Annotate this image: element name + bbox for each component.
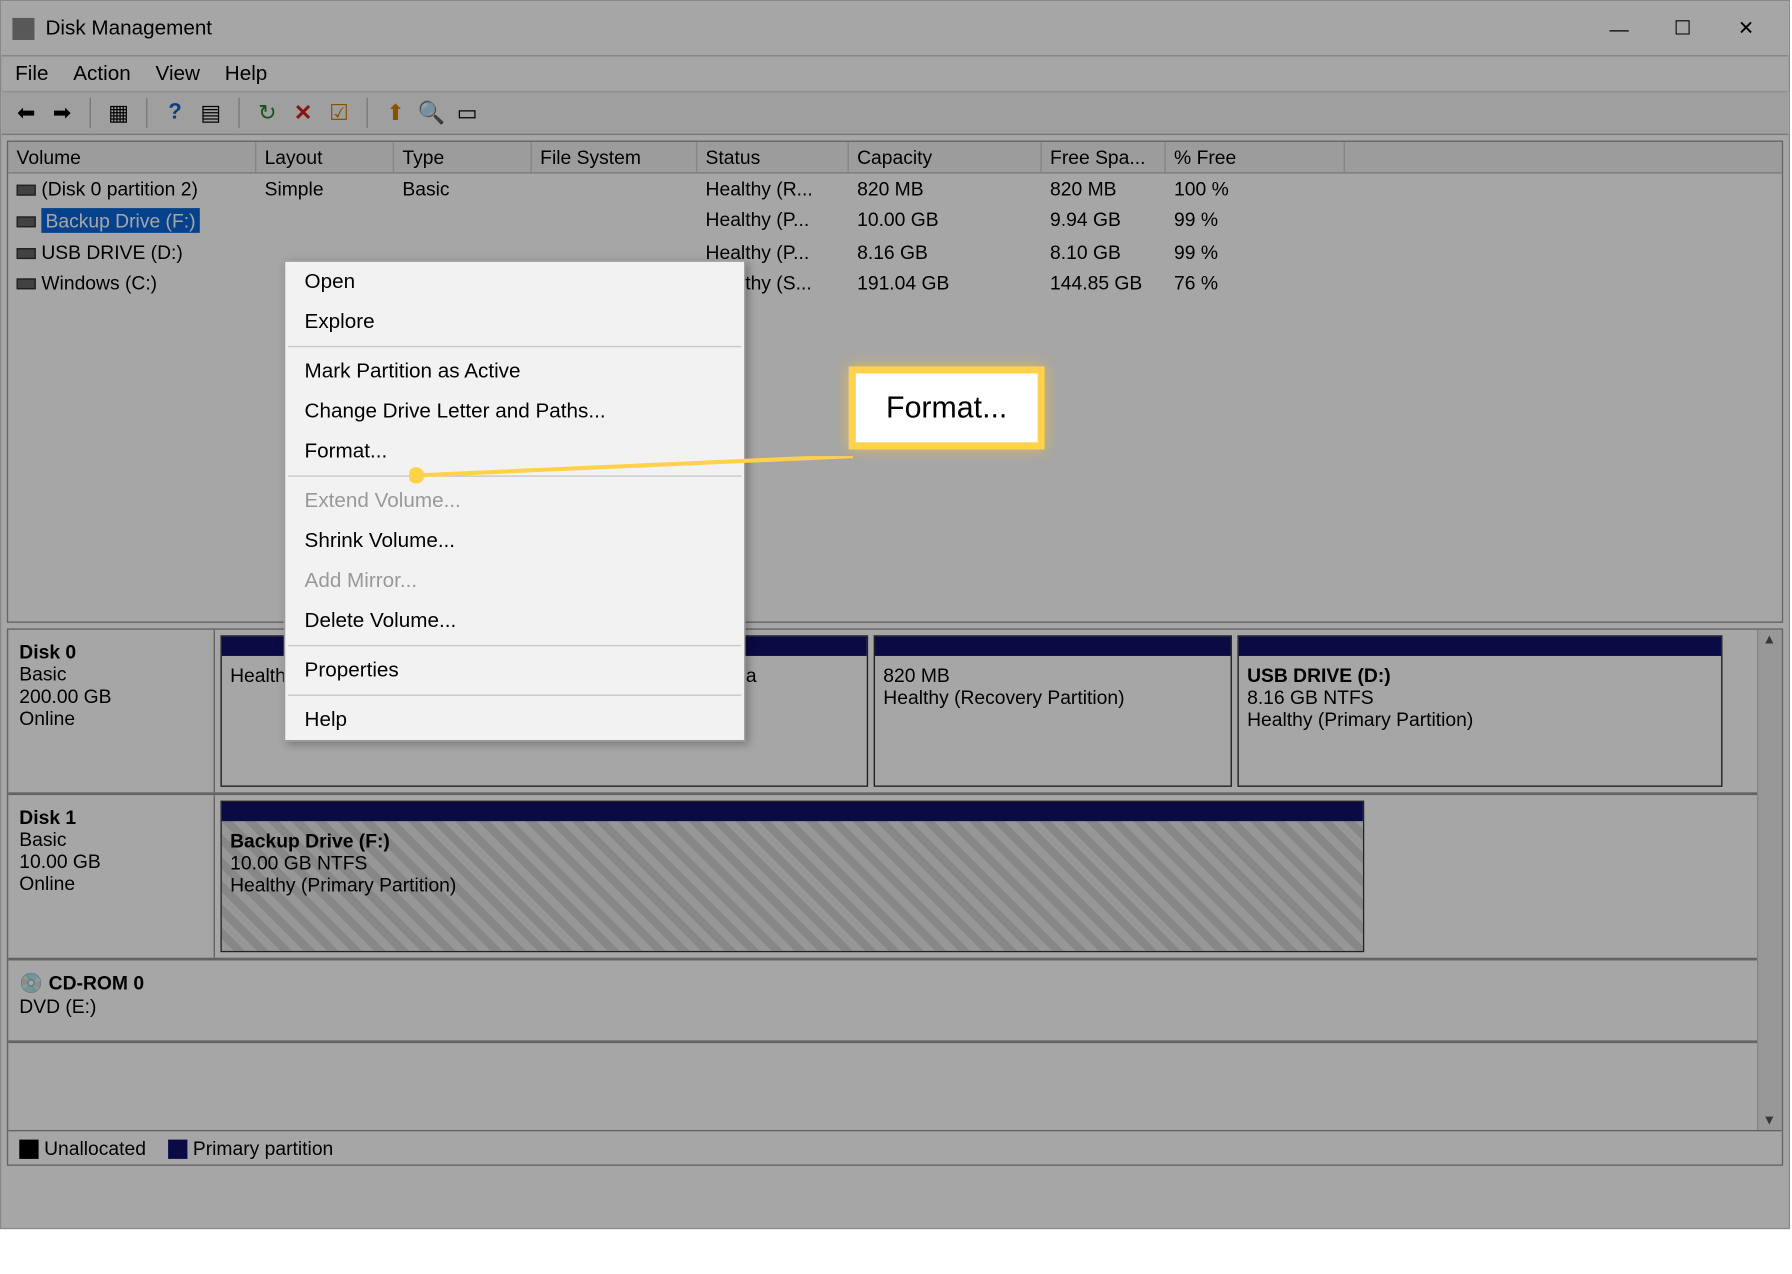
table-row[interactable]: (Disk 0 partition 2)SimpleBasicHealthy (… <box>8 174 1781 204</box>
menu-action[interactable]: Action <box>73 62 130 85</box>
delete-icon[interactable]: ✕ <box>289 99 317 127</box>
table-row[interactable]: Backup Drive (F:)Healthy (P...10.00 GB9.… <box>8 204 1781 237</box>
ctx-mark-active[interactable]: Mark Partition as Active <box>285 351 744 391</box>
table-row[interactable]: Windows (C:)Healthy (S...191.04 GB144.85… <box>8 267 1781 297</box>
menu-view[interactable]: View <box>156 62 200 85</box>
table-row[interactable]: USB DRIVE (D:)Healthy (P...8.16 GB8.10 G… <box>8 237 1781 267</box>
col-freespace[interactable]: Free Spa... <box>1042 142 1166 172</box>
col-volume[interactable]: Volume <box>8 142 256 172</box>
scrollbar[interactable] <box>1757 630 1782 1132</box>
back-icon[interactable]: ⬅ <box>12 99 40 127</box>
ctx-properties[interactable]: Properties <box>285 650 744 690</box>
ctx-open[interactable]: Open <box>285 262 744 302</box>
up-icon[interactable]: ⬆ <box>382 99 410 127</box>
table-header: Volume Layout Type File System Status Ca… <box>8 142 1781 174</box>
forward-icon[interactable]: ➡ <box>48 99 76 127</box>
list-icon[interactable]: ▤ <box>197 99 225 127</box>
disk-row-cd: 💿 CD-ROM 0 DVD (E:) <box>8 960 1781 1043</box>
partition[interactable]: Backup Drive (F:)10.00 GB NTFSHealthy (P… <box>220 801 1364 953</box>
col-layout[interactable]: Layout <box>256 142 394 172</box>
ctx-change-letter[interactable]: Change Drive Letter and Paths... <box>285 391 744 431</box>
col-capacity[interactable]: Capacity <box>849 142 1042 172</box>
search-icon[interactable]: 🔍 <box>418 99 446 127</box>
disk-row-0: Disk 0 Basic 200.00 GB Online Healthy (S… <box>8 630 1781 795</box>
help-icon[interactable]: ? <box>161 99 189 127</box>
context-menu: Open Explore Mark Partition as Active Ch… <box>284 260 746 741</box>
col-type[interactable]: Type <box>394 142 532 172</box>
refresh-icon[interactable]: ↻ <box>254 99 282 127</box>
legend: Unallocated Primary partition <box>8 1130 1781 1165</box>
toolbar: ⬅ ➡ ▦ ? ▤ ↻ ✕ ☑ ⬆ 🔍 ▭ <box>1 91 1788 135</box>
menubar: File Action View Help <box>1 56 1788 90</box>
grid-icon[interactable]: ▦ <box>105 99 133 127</box>
ctx-extend: Extend Volume... <box>285 481 744 521</box>
menu-file[interactable]: File <box>15 62 48 85</box>
disk-0-label[interactable]: Disk 0 Basic 200.00 GB Online <box>8 630 215 793</box>
app-icon <box>12 17 34 39</box>
disk-1-label[interactable]: Disk 1 Basic 10.00 GB Online <box>8 795 215 958</box>
window-title: Disk Management <box>45 17 1587 40</box>
ctx-shrink[interactable]: Shrink Volume... <box>285 521 744 561</box>
maximize-button[interactable]: ☐ <box>1651 6 1714 50</box>
ctx-format[interactable]: Format... <box>285 431 744 471</box>
ctx-mirror: Add Mirror... <box>285 561 744 601</box>
minimize-button[interactable]: — <box>1587 6 1650 50</box>
close-button[interactable]: ✕ <box>1714 6 1777 50</box>
disk-row-1: Disk 1 Basic 10.00 GB Online Backup Driv… <box>8 795 1781 960</box>
disk-1-partitions: Backup Drive (F:)10.00 GB NTFSHealthy (P… <box>215 795 1782 958</box>
cdrom-label[interactable]: 💿 CD-ROM 0 DVD (E:) <box>8 960 215 1040</box>
check-icon[interactable]: ☑ <box>325 99 353 127</box>
titlebar: Disk Management — ☐ ✕ <box>1 1 1788 56</box>
ctx-help[interactable]: Help <box>285 700 744 740</box>
disk-graphic: Disk 0 Basic 200.00 GB Online Healthy (S… <box>7 628 1783 1165</box>
col-status[interactable]: Status <box>697 142 849 172</box>
partition[interactable]: 820 MBHealthy (Recovery Partition) <box>874 635 1232 787</box>
col-pctfree[interactable]: % Free <box>1166 142 1345 172</box>
callout-format: Format... <box>849 367 1045 450</box>
ctx-delete[interactable]: Delete Volume... <box>285 601 744 641</box>
partition[interactable]: USB DRIVE (D:)8.16 GB NTFSHealthy (Prima… <box>1237 635 1722 787</box>
props-icon[interactable]: ▭ <box>453 99 481 127</box>
col-filesystem[interactable]: File System <box>532 142 697 172</box>
menu-help[interactable]: Help <box>225 62 268 85</box>
ctx-explore[interactable]: Explore <box>285 302 744 342</box>
